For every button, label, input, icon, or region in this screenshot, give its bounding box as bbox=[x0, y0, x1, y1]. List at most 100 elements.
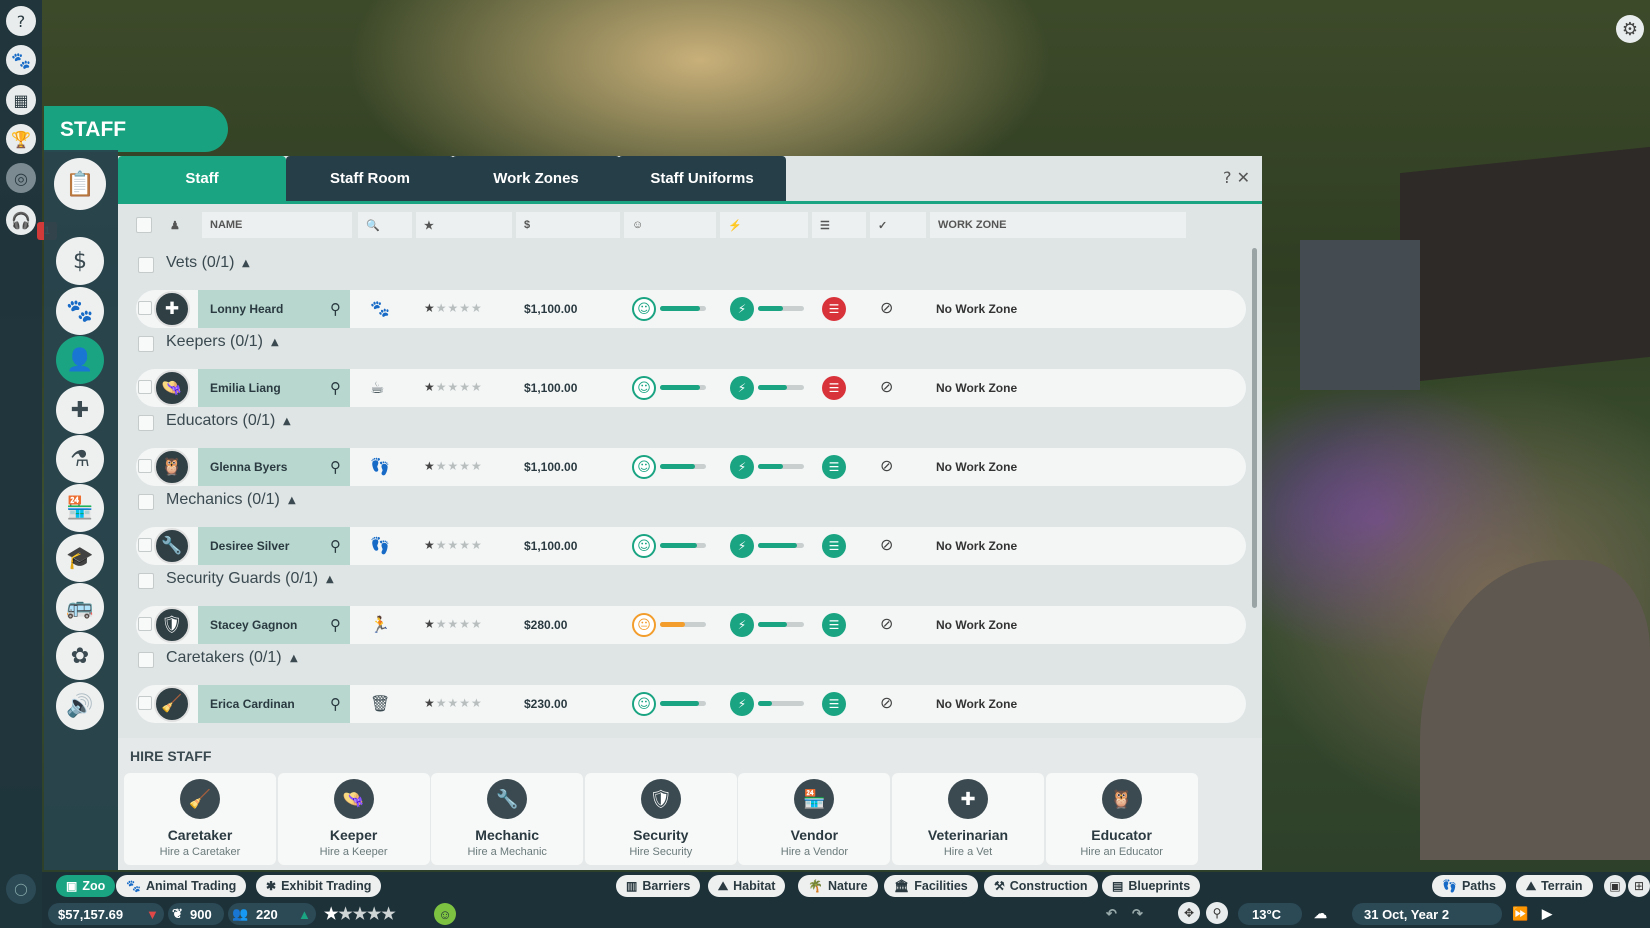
work-zone-column-header[interactable]: WORK ZONE bbox=[930, 212, 1186, 238]
speaker-icon[interactable]: 🔊 bbox=[56, 682, 104, 730]
staff-group-header[interactable]: Vets (0/1) ▲ bbox=[118, 248, 1238, 284]
search-icon[interactable]: 🔍 bbox=[358, 212, 412, 238]
staff-type-sort-icon[interactable]: ♟ bbox=[162, 212, 198, 238]
staff-group-header[interactable]: Caretakers (0/1) ▲ bbox=[118, 643, 1238, 679]
habitat-button[interactable]: ⛰ Habitat bbox=[708, 875, 786, 897]
energy-sort-icon[interactable]: ⚡ bbox=[720, 212, 808, 238]
shop-icon[interactable]: 🏪 bbox=[56, 484, 104, 532]
list-scrollbar[interactable] bbox=[1252, 248, 1257, 608]
staff-name[interactable]: Stacey Gagnon bbox=[198, 606, 350, 644]
location-icon[interactable]: ⚲ bbox=[1206, 902, 1228, 924]
hire-veterinarian-card[interactable]: ✚ Veterinarian Hire a Vet bbox=[892, 773, 1044, 865]
hire-keeper-card[interactable]: 👒 Keeper Hire a Keeper bbox=[277, 773, 430, 865]
transport-icon[interactable]: 🚌 bbox=[56, 583, 104, 631]
trophy-icon[interactable]: 🏆 bbox=[6, 124, 36, 154]
staff-icon[interactable]: 👤 bbox=[56, 336, 104, 384]
collapse-arrow-icon[interactable]: ▲ bbox=[288, 495, 296, 506]
world-toggle-icon[interactable]: ◯ bbox=[6, 874, 36, 904]
vet-icon[interactable]: ✚ bbox=[56, 386, 104, 434]
work-zone-value[interactable]: No Work Zone bbox=[936, 618, 1017, 632]
staff-row[interactable]: 🔧 Desiree Silver ⚲ 👣 ★★★★★ $1,100.00 ☺ ⚡ ☰ ⊘ No Wo… bbox=[136, 527, 1246, 565]
collapse-arrow-icon[interactable]: ▲ bbox=[271, 337, 279, 348]
tab-staff-uniforms[interactable]: Staff Uniforms bbox=[618, 156, 786, 201]
nature-button[interactable]: 🌴 Nature bbox=[798, 875, 878, 897]
staff-group-header[interactable]: Mechanics (0/1) ▲ bbox=[118, 485, 1238, 521]
staff-group-header[interactable]: Security Guards (0/1) ▲ bbox=[118, 564, 1238, 600]
rating-sort-icon[interactable]: ★ bbox=[416, 212, 512, 238]
tab-staff[interactable]: Staff bbox=[118, 156, 286, 201]
broom-icon[interactable]: 🧹 bbox=[154, 686, 190, 722]
task-list-icon[interactable]: ☰ bbox=[822, 376, 846, 400]
task-list-icon[interactable]: ☰ bbox=[822, 297, 846, 321]
name-column-header[interactable]: NAME bbox=[202, 212, 352, 238]
redo-icon[interactable]: ↷ bbox=[1132, 903, 1143, 925]
hire-caretaker-card[interactable]: 🧹 Caretaker Hire a Caretaker bbox=[124, 773, 276, 865]
flower-icon[interactable]: ✿ bbox=[56, 632, 104, 680]
construction-button[interactable]: ⚒ Construction bbox=[984, 875, 1098, 897]
row-checkbox[interactable] bbox=[138, 696, 152, 710]
collapse-arrow-icon[interactable]: ▲ bbox=[326, 574, 334, 585]
group-checkbox[interactable] bbox=[138, 494, 154, 510]
paw-icon[interactable]: 🐾 bbox=[56, 287, 104, 335]
hire-educator-card[interactable]: 🦉 Educator Hire an Educator bbox=[1045, 773, 1198, 865]
staff-row[interactable]: 🛡 Stacey Gagnon ⚲ 🏃 ★★★★★ $280.00 😐 ⚡ ☰ ⊘ No Work … bbox=[136, 606, 1246, 644]
row-checkbox[interactable] bbox=[138, 459, 152, 473]
close-button[interactable]: ✕ bbox=[1237, 168, 1250, 187]
group-checkbox[interactable] bbox=[138, 257, 154, 273]
task-list-icon[interactable]: ☰ bbox=[822, 534, 846, 558]
row-checkbox[interactable] bbox=[138, 617, 152, 631]
collapse-arrow-icon[interactable]: ▲ bbox=[283, 416, 291, 427]
terrain-button[interactable]: ⛰ Terrain bbox=[1516, 875, 1593, 897]
locate-pin-icon[interactable]: ⚲ bbox=[330, 300, 341, 318]
compass-icon[interactable]: ✥ bbox=[1178, 902, 1200, 924]
collapse-arrow-icon[interactable]: ▲ bbox=[242, 258, 250, 269]
tab-staff-room[interactable]: Staff Room bbox=[286, 156, 454, 201]
group-checkbox[interactable] bbox=[138, 652, 154, 668]
facilities-button[interactable]: 🏛 Facilities bbox=[884, 875, 978, 897]
headset-icon[interactable]: 🎧 bbox=[6, 205, 36, 235]
research-icon[interactable]: ⚗ bbox=[56, 435, 104, 483]
staff-name[interactable]: Lonny Heard bbox=[198, 290, 350, 328]
clipboard-icon[interactable]: 📋 bbox=[54, 158, 106, 210]
row-checkbox[interactable] bbox=[138, 538, 152, 552]
locate-pin-icon[interactable]: ⚲ bbox=[330, 458, 341, 476]
task-list-icon[interactable]: ☰ bbox=[822, 613, 846, 637]
barriers-button[interactable]: ▥ Barriers bbox=[616, 875, 701, 897]
happiness-sort-icon[interactable]: ☺ bbox=[624, 212, 716, 238]
select-all-checkbox[interactable] bbox=[130, 212, 158, 238]
education-icon[interactable]: 🎓 bbox=[56, 534, 104, 582]
task-list-icon[interactable]: ☰ bbox=[822, 692, 846, 716]
row-checkbox[interactable] bbox=[138, 380, 152, 394]
staff-group-header[interactable]: Keepers (0/1) ▲ bbox=[118, 327, 1238, 363]
staff-row[interactable]: 🦉 Glenna Byers ⚲ 👣 ★★★★★ $1,100.00 ☺ ⚡ ☰ ⊘ No Work… bbox=[136, 448, 1246, 486]
paths-button[interactable]: 👣 Paths bbox=[1432, 875, 1506, 897]
animal-trading-button[interactable]: 🐾 Animal Trading bbox=[116, 875, 247, 897]
target-icon[interactable]: ◎ bbox=[6, 163, 36, 193]
keeper-icon[interactable]: 👒 bbox=[154, 370, 190, 406]
play-icon[interactable]: ▶ bbox=[1542, 903, 1552, 925]
checkmark-sort-icon[interactable]: ✓ bbox=[870, 212, 926, 238]
work-zone-value[interactable]: No Work Zone bbox=[936, 460, 1017, 474]
staff-name[interactable]: Emilia Liang bbox=[198, 369, 350, 407]
help-button[interactable]: ? bbox=[1223, 168, 1232, 187]
exhibit-trading-button[interactable]: ✱ Exhibit Trading bbox=[256, 875, 382, 897]
vet-icon[interactable]: ✚ bbox=[154, 291, 190, 327]
locate-pin-icon[interactable]: ⚲ bbox=[330, 616, 341, 634]
work-zone-value[interactable]: No Work Zone bbox=[936, 381, 1017, 395]
task-list-sort-icon[interactable]: ☰ bbox=[812, 212, 866, 238]
staff-name[interactable]: Erica Cardinan bbox=[198, 685, 350, 723]
hire-vendor-card[interactable]: 🏪 Vendor Hire a Vendor bbox=[738, 773, 891, 865]
staff-row[interactable]: 👒 Emilia Liang ⚲ ☕ ★★★★★ $1,100.00 ☺ ⚡ ☰ ⊘ No Work… bbox=[136, 369, 1246, 407]
shield-icon[interactable]: 🛡 bbox=[154, 607, 190, 643]
group-checkbox[interactable] bbox=[138, 336, 154, 352]
staff-group-header[interactable]: Educators (0/1) ▲ bbox=[118, 406, 1238, 442]
group-checkbox[interactable] bbox=[138, 415, 154, 431]
undo-icon[interactable]: ↶ bbox=[1106, 903, 1117, 925]
locate-pin-icon[interactable]: ⚲ bbox=[330, 379, 341, 397]
gear-icon[interactable]: ⚙ bbox=[1616, 15, 1644, 43]
locate-pin-icon[interactable]: ⚲ bbox=[330, 537, 341, 555]
fast-forward-icon[interactable]: ⏩ bbox=[1512, 903, 1528, 925]
hire-mechanic-card[interactable]: 🔧 Mechanic Hire a Mechanic bbox=[431, 773, 584, 865]
task-list-icon[interactable]: ☰ bbox=[822, 455, 846, 479]
row-checkbox[interactable] bbox=[138, 301, 152, 315]
